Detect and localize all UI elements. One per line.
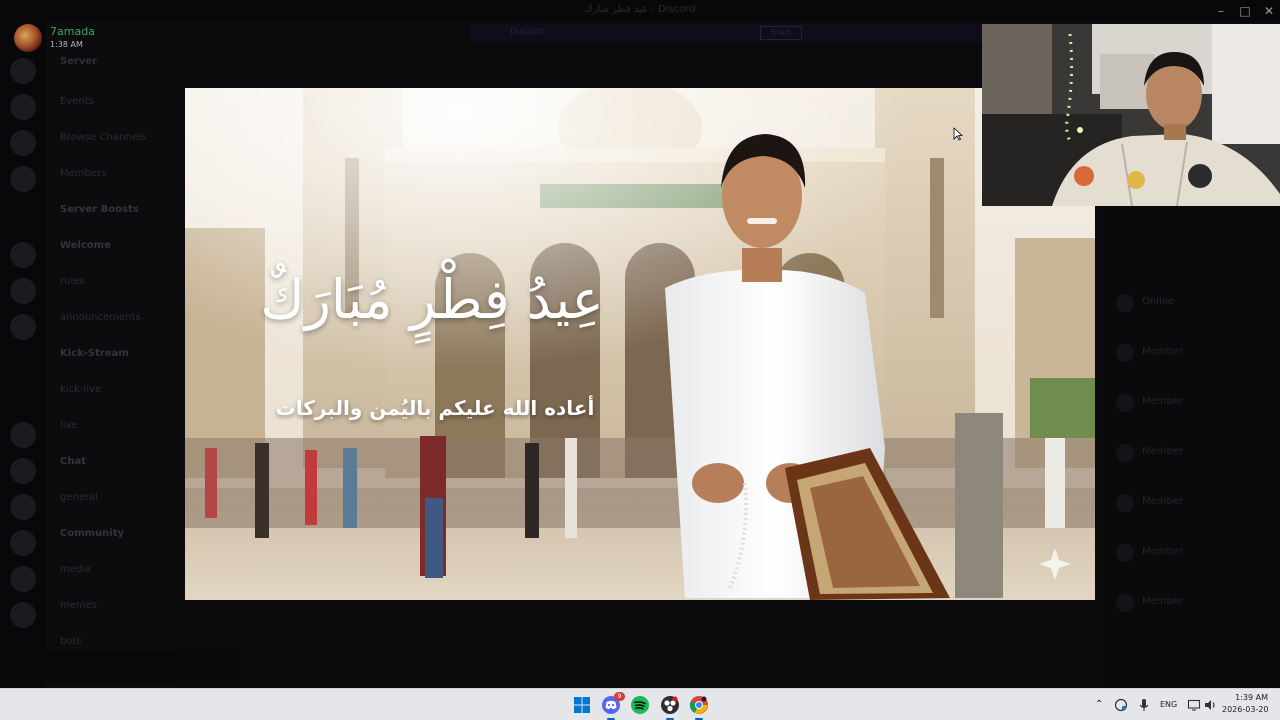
greeting-subtitle: أعاده الله عليكم باليُمن والبركات [275,396,595,420]
language-indicator[interactable]: ENG [1160,700,1177,709]
greeting-title: عِيدُ فِطْرٍ مُبَارَكٌ [260,268,604,331]
user-panel [0,650,240,682]
channel-category[interactable]: Welcome [60,240,111,251]
webcam-scene [982,24,1280,206]
maximize-icon[interactable]: □ [1232,2,1258,20]
discord-badge: 9 [614,692,625,701]
server-icon[interactable] [10,422,36,448]
windows-start-icon[interactable] [572,695,592,715]
chevron-up-icon[interactable]: ⌃ [1095,699,1103,710]
banner-text: Discord [510,27,544,37]
member-item[interactable]: Member [1142,496,1183,507]
member-list: Online Member Member Member Member Member Memb… [1104,206,1280,688]
clock-date[interactable]: 2026-03-20 [1222,705,1269,714]
timestamp: 1:38 AM [50,40,83,49]
desktop: عيد فطر مبارك - Discord – □ ✕ Events Brow… [0,0,1280,720]
channel-item[interactable]: Browse Channels [60,132,146,143]
member-item[interactable]: Member [1142,546,1183,557]
spotify-icon[interactable] [630,695,650,715]
username[interactable]: 7amada [50,25,95,38]
server-icon[interactable] [10,130,36,156]
server-icon[interactable] [10,242,36,268]
server-icon[interactable] [10,566,36,592]
window-title: عيد فطر مبارك - Discord [584,4,696,15]
server-icon[interactable] [10,94,36,120]
member-item[interactable]: Member [1142,446,1183,457]
obs-icon[interactable] [660,695,680,720]
close-icon[interactable]: ✕ [1256,2,1280,20]
member-avatar[interactable] [1116,394,1134,412]
channel-item[interactable]: live [60,420,78,431]
mouse-cursor-icon [953,127,963,141]
server-icon[interactable] [10,314,36,340]
server-name[interactable]: Server [60,56,97,67]
channel-list: Events Browse Channels Members Server Boost… [46,22,176,688]
member-item[interactable]: Online [1142,296,1174,307]
server-rail [0,22,46,688]
channel-item[interactable]: media [60,564,91,575]
channel-item[interactable]: bots [60,636,82,647]
member-item[interactable]: Member [1142,396,1183,407]
taskbar: 9 ⌃ ENG 1:39 AM 2026-03-20 [0,688,1280,720]
server-icon[interactable] [10,530,36,556]
server-icon[interactable] [10,278,36,304]
channel-item[interactable]: kick-live [60,384,101,395]
channel-category[interactable]: Chat [60,456,86,467]
member-item[interactable]: Member [1142,596,1183,607]
channel-category[interactable]: Server Boosts [60,204,139,215]
member-avatar[interactable] [1116,544,1134,562]
channel-item[interactable]: Events [60,96,94,107]
channel-item[interactable]: announcements [60,312,141,323]
mosque-scene [185,88,1095,600]
channel-item[interactable]: general [60,492,98,503]
server-icon[interactable] [10,166,36,192]
discord-icon[interactable]: 9 [601,692,625,720]
member-item[interactable]: Member [1142,346,1183,357]
title-bar: عيد فطر مبارك - Discord – □ ✕ [0,0,1280,22]
eid-greeting-image[interactable]: عِيدُ فِطْرٍ مُبَارَكٌ أعاده الله عليكم … [185,88,1095,600]
message-input[interactable] [296,650,1096,678]
member-avatar[interactable] [1116,444,1134,462]
network-icon[interactable] [1114,697,1128,712]
member-avatar[interactable] [1116,294,1134,312]
notice-banner: Discord Start [470,24,990,42]
microphone-icon[interactable] [1137,697,1151,711]
server-icon[interactable] [10,58,36,84]
banner-button[interactable]: Start [760,26,802,40]
server-icon[interactable] [10,494,36,520]
clock-time[interactable]: 1:39 AM [1232,693,1268,702]
avatar[interactable] [14,24,42,52]
member-avatar[interactable] [1116,344,1134,362]
volume-icon[interactable] [1203,697,1217,711]
minimize-icon[interactable]: – [1208,2,1234,20]
channel-category[interactable]: Kick-Stream [60,348,129,359]
channel-item[interactable]: memes [60,600,97,611]
channel-item[interactable]: Members [60,168,106,179]
webcam-feed[interactable] [982,24,1280,206]
server-icon[interactable] [10,602,36,628]
channel-category[interactable]: Community [60,528,124,539]
display-icon[interactable] [1187,697,1201,711]
server-icon[interactable] [10,458,36,484]
member-avatar[interactable] [1116,494,1134,512]
chrome-icon[interactable] [689,695,709,720]
member-avatar[interactable] [1116,594,1134,612]
channel-item[interactable]: rules [60,276,85,287]
